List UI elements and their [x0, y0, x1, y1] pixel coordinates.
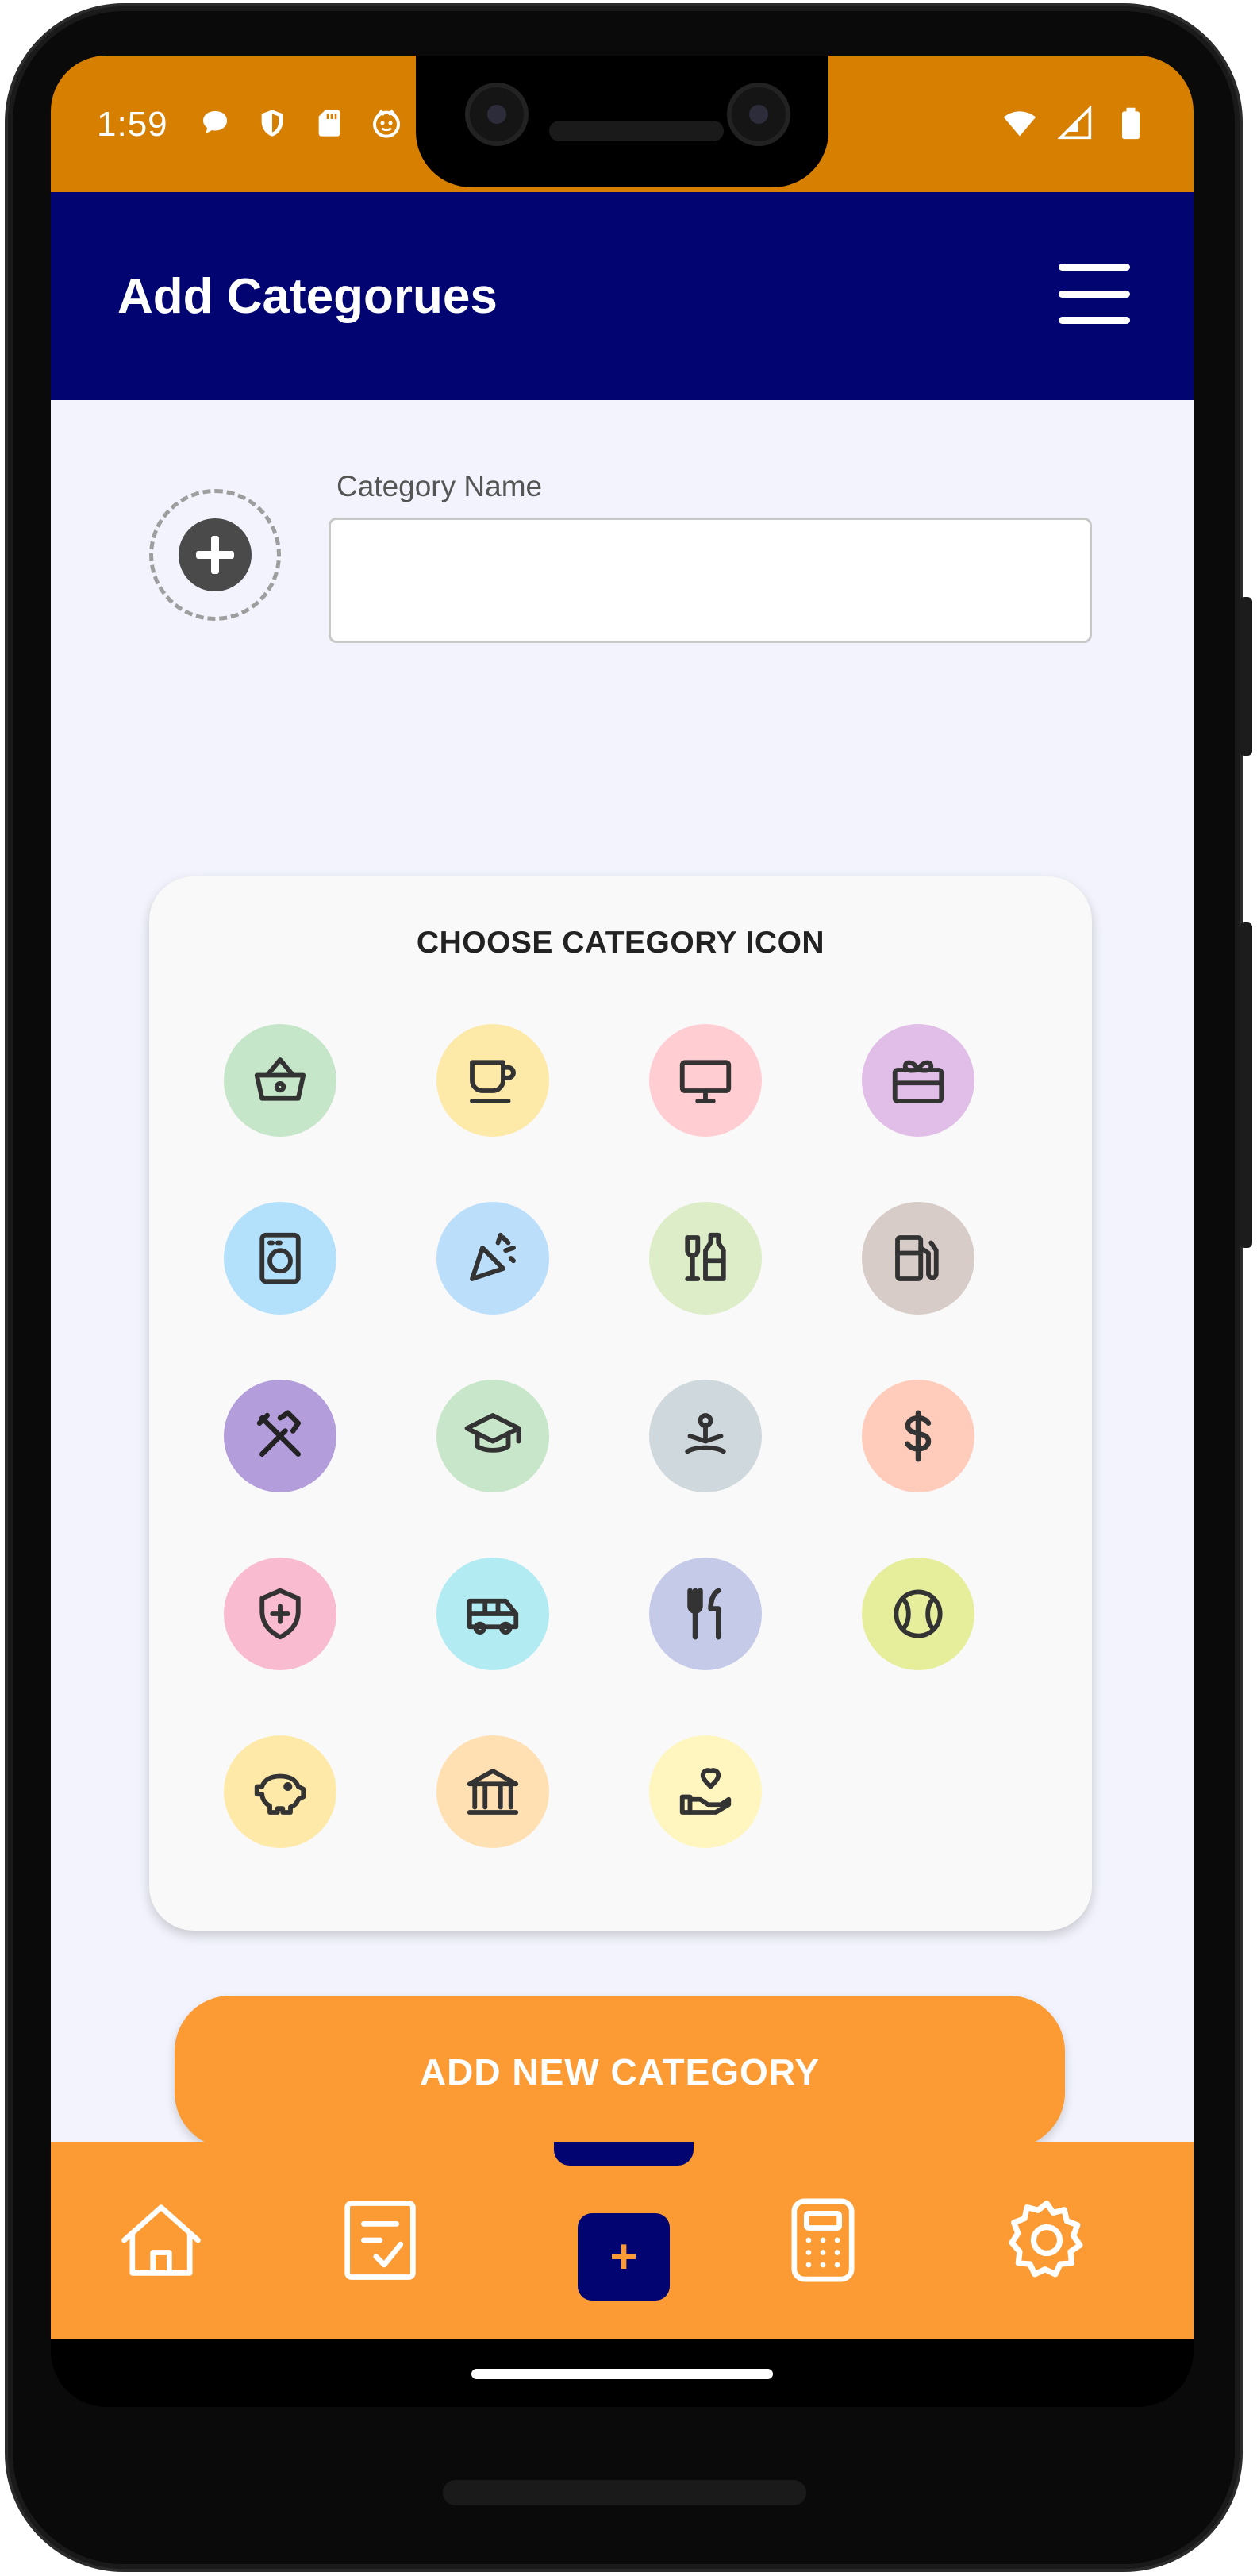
add-circle-icon — [179, 518, 252, 591]
bottles-icon[interactable] — [649, 1202, 762, 1315]
icon-grid — [224, 1024, 1017, 1866]
monitor-icon[interactable] — [649, 1024, 762, 1137]
category-name-label: Category Name — [336, 470, 543, 502]
camera-notch — [416, 56, 828, 187]
category-icon-picker[interactable] — [149, 489, 281, 621]
page-title: Add Categorues — [117, 269, 498, 324]
category-name-input[interactable] — [329, 518, 1092, 643]
signal-icon — [1057, 105, 1094, 141]
party-popper-icon[interactable] — [436, 1202, 549, 1315]
app-header: Add Categorues — [51, 192, 1194, 400]
status-right-icons — [1001, 105, 1149, 141]
basket-icon[interactable] — [224, 1024, 336, 1137]
dollar-icon[interactable] — [862, 1380, 974, 1492]
piggy-bank-icon[interactable] — [224, 1735, 336, 1848]
calculator-icon[interactable] — [771, 2191, 875, 2289]
gift-icon[interactable] — [862, 1024, 974, 1137]
gesture-home-bar[interactable] — [471, 2369, 773, 2379]
face-icon — [368, 105, 405, 141]
icon-chooser-title: CHOOSE CATEGORY ICON — [416, 926, 825, 960]
meditation-icon[interactable] — [649, 1380, 762, 1492]
chat-bubble-icon — [197, 105, 233, 141]
sd-card-icon — [311, 105, 348, 141]
earpiece-speaker — [549, 121, 724, 141]
battery-icon — [1113, 105, 1149, 141]
tools-icon[interactable] — [224, 1380, 336, 1492]
restaurant-icon[interactable] — [649, 1558, 762, 1670]
icon-chooser-card: CHOOSE CATEGORY ICON — [149, 876, 1092, 1931]
charity-heart-icon[interactable] — [649, 1735, 762, 1848]
main-content: Category Name CHOOSE CATEGORY ICON ADD N… — [51, 400, 1194, 2148]
front-camera — [465, 83, 529, 146]
health-shield-icon[interactable] — [224, 1558, 336, 1670]
add-new-category-button[interactable]: ADD NEW CATEGORY — [175, 1996, 1065, 2148]
front-sensor — [727, 83, 790, 146]
bottom-speaker-grille — [443, 2480, 806, 2505]
bus-icon[interactable] — [436, 1558, 549, 1670]
active-tab-indicator — [554, 2142, 694, 2166]
fuel-pump-icon[interactable] — [862, 1202, 974, 1315]
home-icon[interactable] — [110, 2191, 213, 2289]
hamburger-menu-icon[interactable] — [1059, 260, 1130, 327]
bottom-navigation: + — [51, 2142, 1194, 2339]
settings-gear-icon[interactable] — [995, 2191, 1098, 2289]
shield-icon — [254, 105, 290, 141]
status-time: 1:59 — [97, 105, 168, 144]
tennis-ball-icon[interactable] — [862, 1558, 974, 1670]
bank-icon[interactable] — [436, 1735, 549, 1848]
washing-machine-icon[interactable] — [224, 1202, 336, 1315]
power-button — [1240, 597, 1252, 756]
task-list-icon[interactable] — [329, 2191, 432, 2289]
add-plus-label: + — [609, 2230, 638, 2283]
add-icon[interactable]: + — [578, 2213, 670, 2301]
phone-screen: 1:59 Add Categorues Category Name CHOOSE… — [51, 56, 1194, 2407]
graduation-cap-icon[interactable] — [436, 1380, 549, 1492]
coffee-cup-icon[interactable] — [436, 1024, 549, 1137]
status-left-icons — [197, 105, 405, 141]
volume-button — [1240, 922, 1252, 1248]
wifi-icon — [1001, 105, 1038, 141]
